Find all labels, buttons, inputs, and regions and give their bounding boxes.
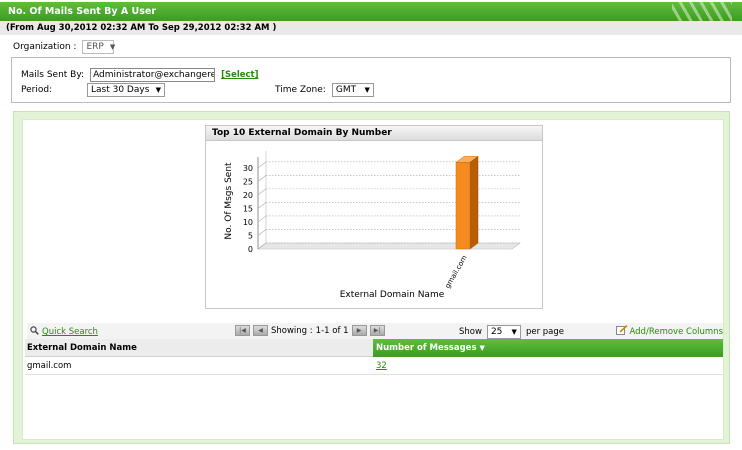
y-tick-label: 30 <box>243 164 253 173</box>
bar-side <box>469 155 479 250</box>
chart-panel: Top 10 External Domain By Number No. Of … <box>205 125 543 309</box>
y-tick-label: 15 <box>243 204 253 213</box>
report-title: No. Of Mails Sent By A User <box>8 6 157 17</box>
bar <box>455 162 471 250</box>
column-header-domain[interactable]: External Domain Name <box>25 339 373 357</box>
add-remove-columns-button[interactable]: Add/Remove Columns <box>615 324 724 338</box>
cell-messages-link[interactable]: 32 <box>376 361 387 371</box>
grid-line-side <box>257 161 267 169</box>
page-size-select[interactable]: 25 ▼ <box>486 325 521 339</box>
chart-floor <box>257 242 521 250</box>
next-page-button[interactable]: ▶ <box>351 325 367 336</box>
quick-search-link[interactable]: Quick Search <box>42 327 98 337</box>
column-header-messages[interactable]: Number of Messages ▼ <box>373 339 723 357</box>
report-title-bar: No. Of Mails Sent By A User <box>0 2 742 21</box>
showing-value: 1-1 of 1 <box>315 325 349 336</box>
chart-title: Top 10 External Domain By Number <box>206 126 542 141</box>
bar-chart: No. Of Msgs Sent External Domain Name 0 5… <box>224 151 521 300</box>
mails-sent-by-input[interactable]: Administrator@exchangerepor <box>90 68 216 82</box>
chevron-down-icon: ▼ <box>364 86 370 94</box>
per-page-label: per page <box>525 327 564 337</box>
x-axis-label: External Domain Name <box>340 290 445 300</box>
results-panel: Top 10 External Domain By Number No. Of … <box>13 111 730 444</box>
organization-label: Organization : <box>13 42 77 52</box>
title-decoration <box>672 2 732 21</box>
y-tick-label: 5 <box>248 231 253 240</box>
period-value: Last 30 Days <box>91 85 150 95</box>
table-row: gmail.com 32 <box>25 357 723 375</box>
timezone-select[interactable]: GMT ▼ <box>331 83 374 97</box>
mails-sent-by-label: Mails Sent By: <box>21 70 85 80</box>
select-user-link[interactable]: [Select] <box>221 70 258 80</box>
grid-line-side <box>257 202 267 209</box>
page-size-value: 25 <box>490 327 503 337</box>
period-label: Period: <box>21 85 53 95</box>
previous-page-button[interactable]: ◀ <box>253 325 268 336</box>
pager: |◀ ◀ Showing : 1-1 of 1 ▶ ▶| <box>235 325 385 336</box>
y-axis-label: No. Of Msgs Sent <box>224 162 234 240</box>
criteria-panel: Mails Sent By: Administrator@exchangerep… <box>11 57 731 103</box>
y-tick-label: 10 <box>243 218 253 227</box>
y-tick-label: 20 <box>243 191 253 200</box>
timezone-label: Time Zone: <box>275 85 326 95</box>
organization-filter: Organization : ERP ▼ <box>13 40 116 54</box>
add-remove-columns-label: Add/Remove Columns <box>629 326 724 337</box>
period-select[interactable]: Last 30 Days ▼ <box>87 83 165 97</box>
results-table: External Domain Name Number of Messages … <box>25 339 723 375</box>
chevron-down-icon: ▼ <box>511 328 517 336</box>
page-size-control: Show 25 ▼ per page <box>459 325 564 339</box>
search-icon <box>30 326 39 338</box>
chevron-down-icon: ▼ <box>155 86 161 94</box>
grid-line-side <box>257 175 267 182</box>
grid-line-side <box>257 229 267 236</box>
date-range: (From Aug 30,2012 02:32 AM To Sep 29,201… <box>0 21 742 35</box>
sort-desc-icon: ▼ <box>479 344 485 352</box>
y-tick-label: 25 <box>243 177 253 186</box>
x-tick-label: gmail.com <box>443 254 468 290</box>
showing-label: Showing : <box>271 325 313 336</box>
organization-select[interactable]: ERP ▼ <box>82 40 116 54</box>
y-tick-label: 0 <box>248 245 253 254</box>
timezone-value: GMT <box>335 85 357 95</box>
column-header-messages-label: Number of Messages <box>376 343 477 353</box>
last-page-button[interactable]: ▶| <box>369 325 385 336</box>
grid-line-side <box>257 188 267 196</box>
first-page-button[interactable]: |◀ <box>235 325 250 336</box>
grid-toolbar: Quick Search |◀ ◀ Showing : 1-1 of 1 ▶ ▶… <box>27 323 723 339</box>
results-inner: Top 10 External Domain By Number No. Of … <box>22 119 724 440</box>
grid-line-side <box>257 215 267 223</box>
chevron-down-icon: ▼ <box>109 43 116 51</box>
cell-domain: gmail.com <box>27 361 72 371</box>
table-header: External Domain Name Number of Messages … <box>25 339 723 357</box>
show-label: Show <box>459 327 482 337</box>
edit-icon <box>615 324 628 338</box>
organization-value: ERP <box>86 42 104 52</box>
